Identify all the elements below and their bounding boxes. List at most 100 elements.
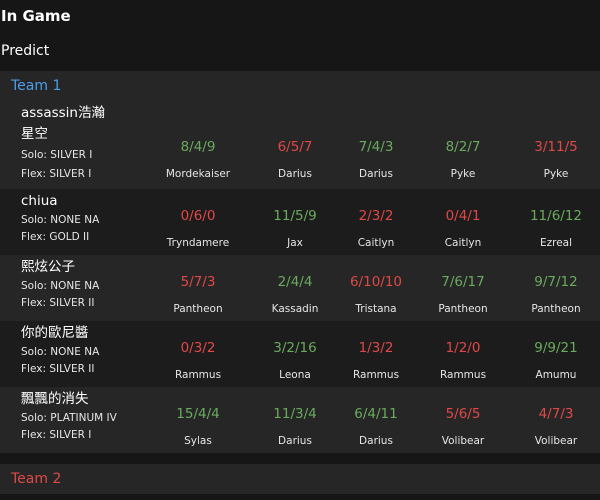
match-entry: 3/11/5 Pyke	[511, 138, 600, 182]
flex-rank: Flex: SILVER II	[21, 363, 95, 375]
flex-rank: Flex: SILVER II	[21, 297, 95, 309]
match-entry: 1/3/2 Rammus	[331, 339, 421, 383]
match-entry: 7/4/3 Darius	[331, 138, 421, 182]
match-champion: Caitlyn	[357, 237, 395, 249]
flex-rank: Flex: SILVER I	[21, 168, 92, 180]
match-kda: 1/3/2	[358, 340, 394, 356]
match-entry: 5/7/3 Pantheon	[153, 273, 243, 317]
match-kda: 8/2/7	[445, 139, 481, 155]
match-champion: Rammus	[174, 369, 222, 381]
solo-rank: Solo: SILVER I	[21, 149, 93, 161]
team-1-player-list: assassin浩瀚星空 Solo: SILVER I Flex: SILVER…	[0, 101, 600, 453]
match-kda: 0/6/0	[180, 208, 216, 224]
match-champion: Leona	[279, 369, 311, 381]
match-kda: 11/5/9	[273, 208, 317, 224]
match-kda: 11/6/12	[529, 208, 583, 224]
player-info: 飄飄的消失 Solo: PLATINUM IV Flex: SILVER I	[21, 387, 141, 444]
team-1-header: Team 1	[0, 71, 600, 101]
match-entry: 9/9/21 Amumu	[511, 339, 600, 383]
match-champion: Rammus	[439, 369, 487, 381]
match-champion: Kassadin	[271, 303, 319, 315]
match-kda: 4/7/3	[538, 406, 574, 422]
match-kda: 3/2/16	[273, 340, 317, 356]
match-entry: 6/10/10 Tristana	[331, 273, 421, 317]
match-champion: Amumu	[535, 369, 577, 381]
match-kda: 15/4/4	[176, 406, 220, 422]
match-champion: Pantheon	[173, 303, 223, 315]
match-kda: 9/7/12	[534, 274, 578, 290]
match-kda: 5/6/5	[445, 406, 481, 422]
player-info: chiua Solo: NONE NA Flex: GOLD II	[21, 189, 141, 246]
match-entry: 3/2/16 Leona	[250, 339, 340, 383]
solo-rank: Solo: NONE NA	[21, 214, 100, 226]
match-kda: 9/9/21	[534, 340, 578, 356]
match-entry: 2/3/2 Caitlyn	[331, 207, 421, 251]
match-champion: Darius	[278, 168, 312, 180]
match-entry: 6/4/11 Darius	[331, 405, 421, 449]
player-row[interactable]: 你的歐尼醬 Solo: NONE NA Flex: SILVER II 0/3/…	[0, 321, 600, 387]
match-kda: 6/10/10	[349, 274, 403, 290]
match-champion: Rammus	[352, 369, 400, 381]
match-kda: 2/3/2	[358, 208, 394, 224]
match-entry: 9/7/12 Pantheon	[511, 273, 600, 317]
team-2-label: Team 2	[11, 471, 62, 487]
player-info: 熙炫公子 Solo: NONE NA Flex: SILVER II	[21, 255, 141, 312]
match-kda: 0/3/2	[180, 340, 216, 356]
match-champion: Volibear	[441, 435, 485, 447]
match-champion: Pantheon	[531, 303, 581, 315]
match-kda: 6/5/7	[277, 139, 313, 155]
player-info: 你的歐尼醬 Solo: NONE NA Flex: SILVER II	[21, 321, 141, 378]
match-champion: Darius	[359, 435, 393, 447]
match-entry: 5/6/5 Volibear	[418, 405, 508, 449]
match-champion: Jax	[287, 237, 303, 249]
match-kda: 7/4/3	[358, 139, 394, 155]
match-champion: Volibear	[534, 435, 578, 447]
match-entry: 8/4/9 Mordekaiser	[153, 138, 243, 182]
match-champion: Mordekaiser	[165, 168, 231, 180]
match-entry: 11/3/4 Darius	[250, 405, 340, 449]
page-title: In Game	[1, 7, 71, 25]
solo-rank: Solo: PLATINUM IV	[21, 412, 117, 424]
player-row[interactable]: chiua Solo: NONE NA Flex: GOLD II 0/6/0 …	[0, 189, 600, 255]
flex-rank: Flex: GOLD II	[21, 231, 90, 243]
team-1-label: Team 1	[11, 78, 62, 94]
match-entry: 2/4/4 Kassadin	[250, 273, 340, 317]
flex-rank: Flex: SILVER I	[21, 429, 92, 441]
solo-rank: Solo: NONE NA	[21, 346, 100, 358]
predict-button[interactable]: Predict	[1, 41, 49, 61]
player-row[interactable]: 熙炫公子 Solo: NONE NA Flex: SILVER II 5/7/3…	[0, 255, 600, 321]
match-champion: Darius	[278, 435, 312, 447]
match-entry: 4/7/3 Volibear	[511, 405, 600, 449]
match-kda: 0/4/1	[445, 208, 481, 224]
match-entry: 6/5/7 Darius	[250, 138, 340, 182]
player-name: assassin浩瀚星空	[21, 105, 105, 142]
player-name: chiua	[21, 193, 58, 209]
match-entry: 11/6/12 Ezreal	[511, 207, 600, 251]
match-champion: Tristana	[355, 303, 397, 315]
match-kda: 2/4/4	[277, 274, 313, 290]
player-row[interactable]: 飄飄的消失 Solo: PLATINUM IV Flex: SILVER I 1…	[0, 387, 600, 453]
match-kda: 5/7/3	[180, 274, 216, 290]
match-entry: 0/4/1 Caitlyn	[418, 207, 508, 251]
match-entry: 0/6/0 Tryndamere	[153, 207, 243, 251]
match-entry: 7/6/17 Pantheon	[418, 273, 508, 317]
match-champion: Sylas	[184, 435, 212, 447]
match-entry: 11/5/9 Jax	[250, 207, 340, 251]
player-name: 飄飄的消失	[21, 391, 89, 407]
match-kda: 1/2/0	[445, 340, 481, 356]
match-champion: Pantheon	[438, 303, 488, 315]
match-entry: 8/2/7 Pyke	[418, 138, 508, 182]
match-kda: 11/3/4	[273, 406, 317, 422]
match-entry: 1/2/0 Rammus	[418, 339, 508, 383]
in-game-panel: In Game Predict Team 1 assassin浩瀚星空 Solo…	[0, 0, 600, 500]
player-info: assassin浩瀚星空 Solo: SILVER I Flex: SILVER…	[21, 101, 141, 183]
match-champion: Darius	[359, 168, 393, 180]
player-row[interactable]: assassin浩瀚星空 Solo: SILVER I Flex: SILVER…	[0, 101, 600, 189]
match-entry: 0/3/2 Rammus	[153, 339, 243, 383]
match-champion: Caitlyn	[444, 237, 482, 249]
match-kda: 8/4/9	[180, 139, 216, 155]
match-champion: Pyke	[450, 168, 476, 180]
match-entry: 15/4/4 Sylas	[153, 405, 243, 449]
match-champion: Tryndamere	[166, 237, 230, 249]
team-2-header: Team 2	[0, 464, 600, 494]
